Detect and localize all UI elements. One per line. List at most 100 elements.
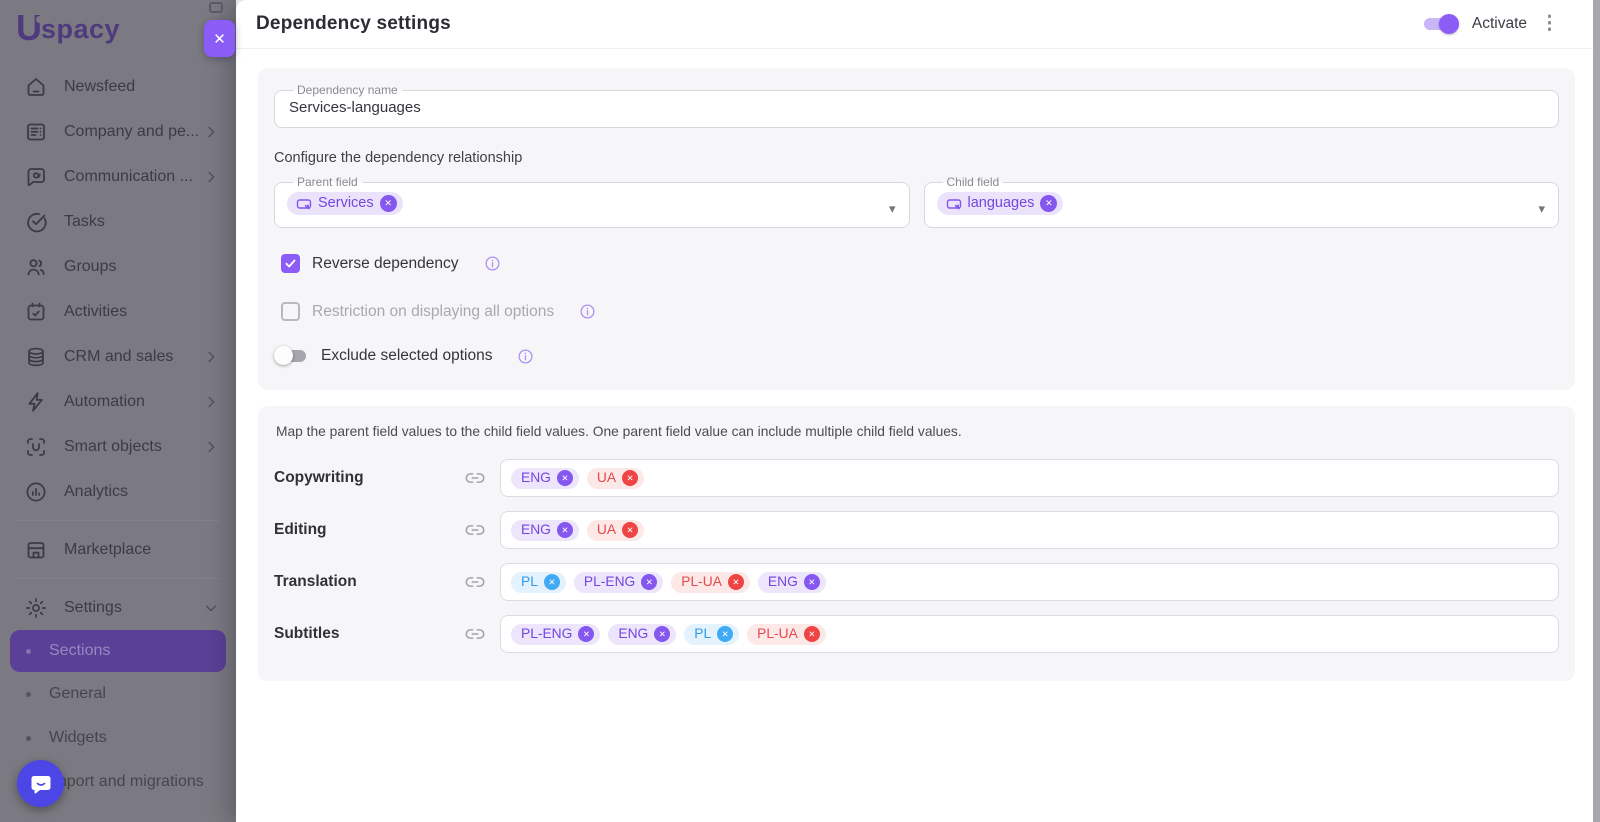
sidebar-subitem-general[interactable]: General (0, 672, 236, 716)
chevron-right-icon (202, 168, 220, 186)
mapping-section: Map the parent field values to the child… (258, 406, 1575, 681)
remove-tag-button[interactable]: ✕ (717, 626, 733, 642)
subitem-label: Sections (49, 642, 110, 660)
remove-tag-button[interactable]: ✕ (544, 574, 560, 590)
info-icon[interactable] (517, 348, 534, 365)
sidebar-subitem-sections[interactable]: Sections (10, 630, 226, 672)
sidebar-nav: Newsfeed Company and pe... Communication… (0, 64, 236, 630)
bullet-dot (26, 736, 31, 741)
tag-label: UA (597, 470, 616, 486)
kebab-menu-icon[interactable]: ⋮ (1540, 16, 1556, 32)
remove-tag-button[interactable]: ✕ (804, 626, 820, 642)
tag-label: ENG (618, 626, 648, 642)
restriction-checkbox[interactable] (281, 302, 300, 321)
remove-tag-button[interactable]: ✕ (622, 470, 638, 486)
child-values-input[interactable]: PL ✕ PL-ENG ✕ PL-UA ✕ ENG ✕ (500, 563, 1559, 601)
tag-label: PL (694, 626, 711, 642)
link-icon (464, 571, 486, 593)
panel-header: Dependency settings Activate ⋮ (236, 0, 1600, 49)
info-icon[interactable] (484, 255, 501, 272)
sidebar-item-groups[interactable]: Groups (0, 244, 236, 289)
remove-tag-button[interactable]: ✕ (728, 574, 744, 590)
bullet-dot (26, 692, 31, 697)
parent-value-label: Translation (274, 573, 464, 591)
sidebar-item-automation[interactable]: Automation (0, 379, 236, 424)
value-tag: PL-ENG ✕ (511, 624, 600, 645)
sidebar-item-activities[interactable]: Activities (0, 289, 236, 334)
child-field-select[interactable]: Child field languages ✕ ▾ (924, 176, 1560, 228)
chevron-down-icon (202, 599, 220, 617)
child-field-chip: languages ✕ (937, 192, 1064, 215)
reverse-dependency-option: Reverse dependency (281, 254, 1559, 273)
bullet-dot (26, 649, 31, 654)
remove-parent-chip-button[interactable]: ✕ (380, 195, 397, 212)
remove-tag-button[interactable]: ✕ (557, 470, 573, 486)
notification-icon[interactable] (209, 2, 223, 13)
window-scrollbar[interactable] (1593, 0, 1600, 822)
sidebar-item-crm-and-sales[interactable]: CRM and sales (0, 334, 236, 379)
link-icon (464, 467, 486, 489)
sidebar-item-marketplace[interactable]: Marketplace (0, 527, 236, 572)
users-icon (24, 255, 48, 279)
remove-tag-button[interactable]: ✕ (622, 522, 638, 538)
remove-tag-button[interactable]: ✕ (804, 574, 820, 590)
parent-value-label: Subtitles (274, 625, 464, 643)
mapping-instruction: Map the parent field values to the child… (276, 424, 1559, 439)
chat-icon (24, 165, 48, 189)
parent-value-label: Copywriting (274, 469, 464, 487)
company-icon (24, 120, 48, 144)
restriction-label: Restriction on displaying all options (312, 303, 554, 321)
value-tag: PL-UA ✕ (747, 624, 826, 645)
sidebar-item-label: CRM and sales (64, 348, 202, 366)
remove-tag-button[interactable]: ✕ (557, 522, 573, 538)
exclude-selected-toggle[interactable] (274, 346, 307, 366)
chevron-right-icon (202, 348, 220, 366)
sidebar-item-label: Marketplace (64, 541, 220, 559)
sidebar-item-communication[interactable]: Communication ... (0, 154, 236, 199)
remove-child-chip-button[interactable]: ✕ (1040, 195, 1057, 212)
child-values-input[interactable]: ENG ✕ UA ✕ (500, 459, 1559, 497)
dropdown-arrow-icon: ▾ (889, 202, 896, 215)
parent-chip-label: Services (318, 195, 374, 212)
chevron-right-icon (202, 438, 220, 456)
tag-label: PL-UA (757, 626, 798, 642)
sidebar-item-tasks[interactable]: Tasks (0, 199, 236, 244)
parent-field-select[interactable]: Parent field Services ✕ ▾ (274, 176, 910, 228)
database-icon (24, 345, 48, 369)
activate-label: Activate (1472, 15, 1527, 33)
sidebar-item-settings[interactable]: Settings (0, 585, 236, 630)
value-tag: UA ✕ (587, 468, 644, 489)
tag-label: PL (521, 574, 538, 590)
configuration-section: Dependency name Services-languages Confi… (258, 68, 1575, 390)
value-tag: UA ✕ (587, 520, 644, 541)
exclude-option: Exclude selected options (274, 346, 1559, 366)
remove-tag-button[interactable]: ✕ (578, 626, 594, 642)
sidebar-item-analytics[interactable]: Analytics (0, 469, 236, 514)
restriction-option: Restriction on displaying all options (281, 302, 1559, 321)
intercom-chat-button[interactable] (17, 760, 64, 807)
field-type-icon (296, 196, 312, 212)
mapping-row: Copywriting ENG ✕ UA ✕ (274, 459, 1559, 497)
activate-toggle[interactable] (1422, 13, 1459, 35)
value-tag: ENG ✕ (511, 468, 579, 489)
sidebar-item-newsfeed[interactable]: Newsfeed (0, 64, 236, 109)
sidebar-subitem-widgets[interactable]: Widgets (0, 716, 236, 760)
child-values-input[interactable]: ENG ✕ UA ✕ (500, 511, 1559, 549)
sidebar-item-label: Newsfeed (64, 78, 220, 96)
close-button[interactable]: ✕ (204, 20, 235, 57)
child-values-input[interactable]: PL-ENG ✕ ENG ✕ PL ✕ PL-UA ✕ (500, 615, 1559, 653)
dropdown-arrow-icon: ▾ (1538, 202, 1545, 215)
subitem-label: Import and migrations (49, 773, 204, 791)
parent-field-chip: Services ✕ (287, 192, 403, 215)
info-icon[interactable] (579, 303, 596, 320)
remove-tag-button[interactable]: ✕ (641, 574, 657, 590)
remove-tag-button[interactable]: ✕ (654, 626, 670, 642)
reverse-dependency-checkbox[interactable] (281, 254, 300, 273)
uspacy-logo[interactable]: U spacy (0, 0, 236, 46)
exclude-label: Exclude selected options (321, 347, 492, 365)
sidebar-item-company-and-pe[interactable]: Company and pe... (0, 109, 236, 154)
link-icon (464, 519, 486, 541)
dependency-name-input[interactable]: Dependency name Services-languages (274, 84, 1559, 128)
configure-heading: Configure the dependency relationship (274, 150, 1559, 166)
sidebar-item-smart-objects[interactable]: Smart objects (0, 424, 236, 469)
